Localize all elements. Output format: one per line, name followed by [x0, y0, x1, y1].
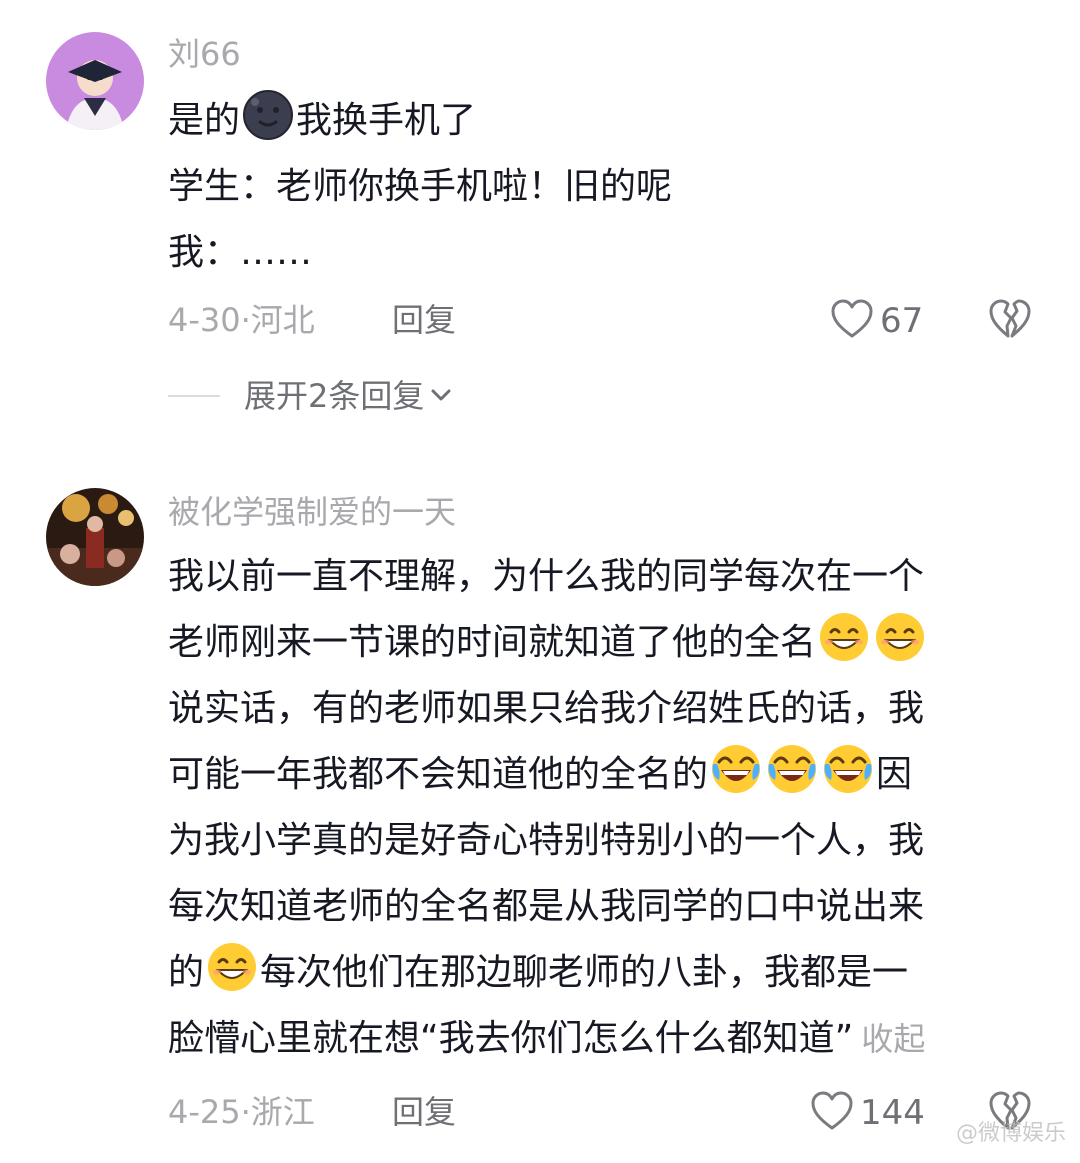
heart-outline-icon [810, 1090, 854, 1136]
comment-username[interactable]: 刘66 [168, 34, 241, 74]
comment-username[interactable]: 被化学强制爱的一天 [168, 492, 456, 532]
comment-line: 是的 我换手机了 [168, 88, 1028, 154]
comment-line: 可能一年我都不会知道他的全名的 因 [168, 742, 1028, 808]
text-segment: 每次知道老师的全名都是从我同学的口中说出来 [168, 886, 925, 927]
text-segment: 每次他们在那边聊老师的八卦，我都是一 [260, 952, 909, 993]
date-location: 4-25·浙江 [168, 1093, 315, 1131]
like-button[interactable]: 144 [810, 1090, 925, 1136]
reply-button[interactable]: 回复 [392, 300, 456, 340]
comment-text: 我以前一直不理解，为什么我的同学每次在一个 老师刚来一节课的时间就知道了他的全名 [168, 544, 1028, 1072]
like-count: 144 [860, 1093, 925, 1133]
comment-line: 我以前一直不理解，为什么我的同学每次在一个 [168, 544, 1028, 610]
dislike-button[interactable] [988, 298, 1032, 344]
comment-line: 脸懵心里就在想“我去你们怎么什么都知道” 收起 [168, 1006, 1028, 1072]
avatar[interactable] [46, 488, 144, 586]
comment-line: 的 每次他们在那边聊老师的八卦，我都是一 [168, 940, 1028, 1006]
heart-outline-icon [830, 298, 874, 344]
text-segment: 我换手机了 [296, 100, 477, 141]
text-segment: 说实话，有的老师如果只给我介绍姓氏的话，我 [168, 688, 925, 729]
rolling-laughing-emoji [709, 742, 763, 796]
text-segment: 是的 [168, 100, 241, 141]
text-segment: 的 [168, 952, 205, 993]
text-segment: 我以前一直不理解，为什么我的同学每次在一个 [168, 556, 925, 597]
comment-line: 学生：老师你换手机啦！旧的呢 [168, 154, 1028, 220]
divider-line [168, 395, 220, 397]
watermark: @微博娱乐 [955, 1121, 1066, 1146]
broken-heart-icon [989, 299, 1031, 338]
date-location: 4-30·河北 [168, 301, 315, 339]
rolling-laughing-emoji [765, 742, 819, 796]
comment-line: 我：…… [168, 220, 1028, 286]
text-segment: 我：…… [168, 232, 313, 273]
comment-line: 每次知道老师的全名都是从我同学的口中说出来 [168, 874, 1028, 940]
text-segment: 为我小学真的是好奇心特别特别小的一个人，我 [168, 820, 925, 861]
like-count: 67 [880, 301, 924, 341]
expand-replies-button[interactable]: 展开2条回复 [168, 376, 452, 416]
text-segment: 可能一年我都不会知道他的全名的 [168, 754, 709, 795]
grinning-face-emoji [205, 940, 259, 994]
reply-button[interactable]: 回复 [392, 1092, 456, 1132]
grinning-face-emoji [873, 610, 927, 664]
collapse-button[interactable]: 收起 [861, 1020, 925, 1058]
comment-line: 老师刚来一节课的时间就知道了他的全名 [168, 610, 1028, 676]
like-button[interactable]: 67 [830, 298, 923, 344]
text-segment: 脸懵心里就在想“我去你们怎么什么都知道” [168, 1018, 854, 1059]
avatar[interactable] [46, 32, 144, 130]
grinning-face-emoji [817, 610, 871, 664]
text-segment: 老师刚来一节课的时间就知道了他的全名 [168, 622, 817, 663]
text-segment: 因 [876, 754, 913, 795]
text-segment: 学生：老师你换手机啦！旧的呢 [168, 166, 673, 207]
comment-line: 为我小学真的是好奇心特别特别小的一个人，我 [168, 808, 1028, 874]
comment-text: 是的 我换手机了 学生：老师你换手机啦！旧的呢 我：…… [168, 88, 1028, 286]
expand-replies-label: 展开2条回复 [244, 377, 425, 415]
comment-line: 说实话，有的老师如果只给我介绍姓氏的话，我 [168, 676, 1028, 742]
rolling-laughing-emoji [821, 742, 875, 796]
dark-moon-face-emoji [241, 88, 295, 142]
chevron-down-icon [430, 387, 452, 406]
